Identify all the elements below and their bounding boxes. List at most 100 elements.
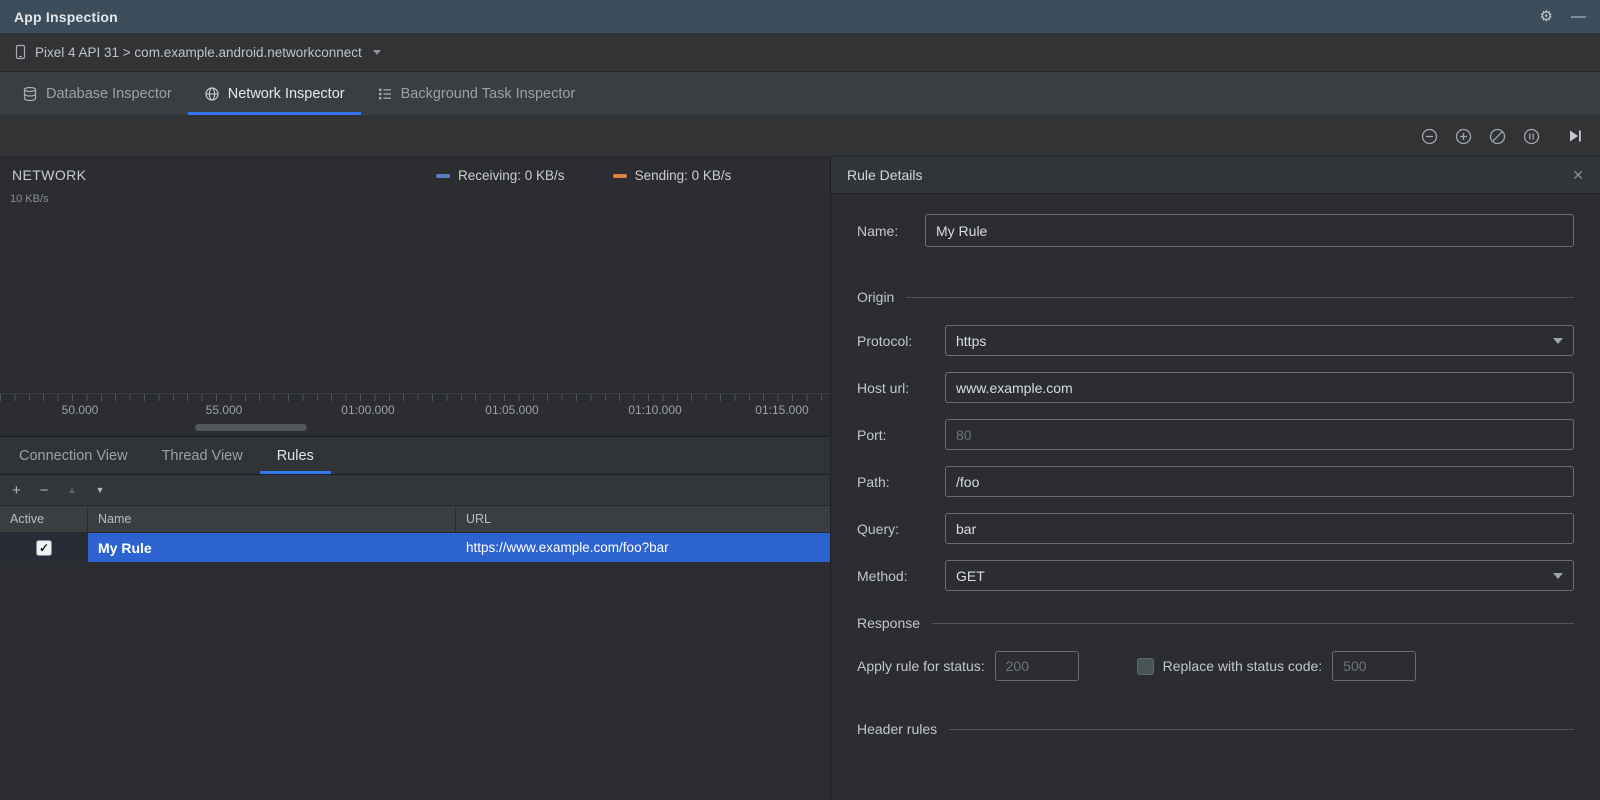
- rule-details-form: Name: Origin Protocol: https Host u: [831, 194, 1600, 800]
- device-process-selector[interactable]: Pixel 4 API 31 > com.example.android.net…: [35, 45, 362, 60]
- main-content: NETWORK 10 KB/s Receiving: 0 KB/s Sendin…: [0, 157, 1600, 800]
- replace-status-label: Replace with status code:: [1162, 658, 1323, 674]
- section-divider: [932, 622, 1574, 624]
- status-code-row: Apply rule for status: Replace with stat…: [857, 651, 1574, 681]
- rule-active-cell: ✓: [0, 533, 88, 562]
- rules-toolbar: + − ▲ ▼: [0, 475, 830, 506]
- port-label: Port:: [857, 426, 887, 443]
- tab-background-task-inspector[interactable]: Background Task Inspector: [361, 72, 592, 115]
- method-dropdown[interactable]: GET: [945, 560, 1574, 591]
- reset-zoom-button[interactable]: [1488, 127, 1507, 146]
- timeline-tick: 55.000: [205, 403, 243, 417]
- network-pane: NETWORK 10 KB/s Receiving: 0 KB/s Sendin…: [0, 157, 831, 800]
- rule-name-cell: My Rule: [88, 533, 456, 562]
- protocol-dropdown[interactable]: https: [945, 325, 1574, 356]
- column-header-name[interactable]: Name: [88, 506, 456, 532]
- network-chart[interactable]: NETWORK 10 KB/s Receiving: 0 KB/s Sendin…: [0, 157, 830, 393]
- device-process-bar: Pixel 4 API 31 > com.example.android.net…: [0, 33, 1600, 72]
- jump-to-live-button[interactable]: [1566, 127, 1584, 145]
- tab-label: Network Inspector: [227, 85, 345, 102]
- timeline-tick: 50.000: [61, 403, 99, 417]
- settings-gear-icon[interactable]: ⚙: [1540, 9, 1553, 24]
- name-row: Name:: [857, 214, 1574, 247]
- origin-section-header: Origin: [857, 289, 1574, 305]
- device-phone-icon: [15, 44, 26, 60]
- section-divider: [949, 728, 1574, 730]
- timeline-axis: 50.000 55.000 01:00.000 01:05.000 01:10.…: [0, 393, 830, 421]
- window-title: App Inspection: [14, 8, 118, 25]
- legend-receiving-label: Receiving: 0 KB/s: [458, 168, 565, 183]
- add-rule-button[interactable]: +: [12, 483, 21, 498]
- tab-connection-view[interactable]: Connection View: [2, 437, 145, 474]
- tab-rules[interactable]: Rules: [260, 437, 331, 474]
- protocol-row: Protocol: https: [857, 325, 1574, 356]
- host-url-row: Host url:: [857, 372, 1574, 403]
- name-label: Name:: [857, 222, 899, 239]
- port-input[interactable]: [945, 419, 1574, 450]
- name-input[interactable]: [925, 214, 1574, 247]
- apply-status-label: Apply rule for status:: [857, 658, 985, 674]
- response-section-label: Response: [857, 615, 921, 631]
- origin-section-label: Origin: [857, 289, 895, 305]
- path-row: Path:: [857, 466, 1574, 497]
- zoom-toolbar: [0, 116, 1600, 157]
- tab-label: Background Task Inspector: [400, 85, 576, 102]
- rule-active-checkbox[interactable]: ✓: [36, 539, 52, 556]
- protocol-label: Protocol:: [857, 332, 913, 349]
- panel-title: Rule Details: [847, 167, 923, 183]
- timeline-scrollbar-thumb[interactable]: [195, 424, 307, 431]
- port-row: Port:: [857, 419, 1574, 450]
- receiving-swatch-icon: [436, 173, 450, 178]
- tab-label: Rules: [276, 447, 314, 464]
- tab-database-inspector[interactable]: Database Inspector: [6, 72, 188, 115]
- rules-table-empty-area: [0, 562, 830, 800]
- chevron-down-icon: [372, 49, 381, 55]
- title-bar: App Inspection ⚙ —: [0, 0, 1600, 33]
- rule-url-cell: https://www.example.com/foo?bar: [456, 533, 830, 562]
- header-rules-section-header: Header rules: [857, 721, 1574, 737]
- column-header-url[interactable]: URL: [456, 506, 830, 532]
- y-axis-max-label: 10 KB/s: [10, 193, 49, 205]
- replace-status-input[interactable]: [1332, 651, 1417, 681]
- move-rule-down-button[interactable]: ▼: [95, 485, 104, 495]
- timeline-tick: 01:10.000: [628, 403, 682, 417]
- host-url-input[interactable]: [945, 372, 1574, 403]
- query-label: Query:: [857, 520, 900, 537]
- zoom-in-button[interactable]: [1454, 127, 1473, 146]
- table-row[interactable]: ✓ My Rule https://www.example.com/foo?ba…: [0, 533, 830, 562]
- query-row: Query:: [857, 513, 1574, 544]
- zoom-out-button[interactable]: [1420, 127, 1439, 146]
- column-header-active[interactable]: Active: [0, 506, 88, 532]
- chevron-down-icon: [1553, 337, 1563, 344]
- tab-network-inspector[interactable]: Network Inspector: [188, 72, 361, 115]
- tab-label: Thread View: [161, 447, 243, 464]
- rules-table-header: Active Name URL: [0, 506, 830, 533]
- apply-status-input[interactable]: [994, 651, 1079, 681]
- check-icon: ✓: [38, 540, 50, 555]
- globe-icon: [205, 86, 219, 101]
- response-section-header: Response: [857, 615, 1574, 631]
- view-tab-bar: Connection View Thread View Rules: [0, 436, 830, 475]
- legend-sending: Sending: 0 KB/s: [612, 168, 732, 183]
- section-divider: [906, 296, 1574, 298]
- move-rule-up-button[interactable]: ▲: [68, 485, 77, 495]
- path-input[interactable]: [945, 466, 1574, 497]
- zoom-to-selection-button[interactable]: [1522, 127, 1541, 146]
- inspector-tab-bar: Database Inspector Network Inspector Bac…: [0, 72, 1600, 116]
- timeline-tick: 01:00.000: [341, 403, 395, 417]
- tab-thread-view[interactable]: Thread View: [145, 437, 260, 474]
- remove-rule-button[interactable]: −: [40, 483, 49, 498]
- rule-details-header: Rule Details ✕: [831, 157, 1600, 194]
- path-label: Path:: [857, 473, 890, 490]
- rule-details-panel: Rule Details ✕ Name: Origin Protocol:: [831, 157, 1600, 800]
- minimize-icon[interactable]: —: [1571, 9, 1586, 24]
- chart-title: NETWORK: [12, 167, 87, 183]
- method-value: GET: [956, 567, 985, 584]
- sending-swatch-icon: [612, 173, 627, 178]
- legend-sending-label: Sending: 0 KB/s: [634, 168, 732, 183]
- replace-status-checkbox[interactable]: [1136, 657, 1154, 675]
- tab-label: Connection View: [19, 447, 128, 464]
- close-icon[interactable]: ✕: [1572, 167, 1584, 184]
- header-rules-section-label: Header rules: [857, 721, 938, 737]
- query-input[interactable]: [945, 513, 1574, 544]
